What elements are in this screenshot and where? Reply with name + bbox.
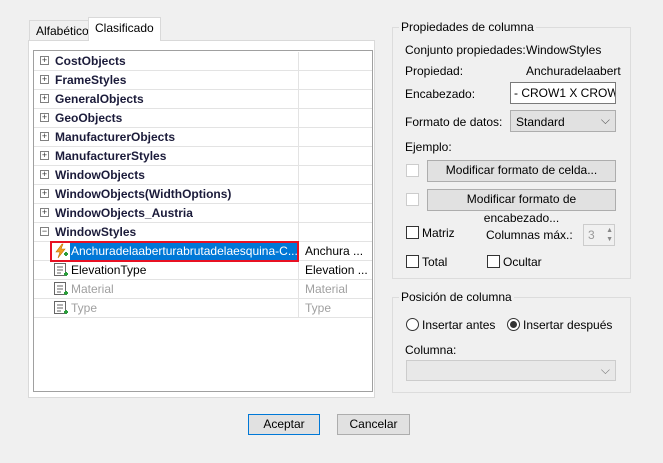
tree-property-row[interactable]: ElevationType Elevation ... <box>34 261 372 280</box>
total-label: Total <box>422 255 448 269</box>
value-cell <box>298 109 372 128</box>
tab-alfabetico[interactable]: Alfabético <box>29 20 96 41</box>
expand-icon[interactable]: + <box>40 56 49 65</box>
value-cell <box>298 128 372 147</box>
header-input[interactable]: - CROW1 X CROW2 <box>510 82 616 104</box>
expand-icon[interactable]: + <box>40 151 49 160</box>
category-label: CostObjects <box>55 54 126 68</box>
tree-category-row[interactable]: + ManufacturerStyles <box>34 147 372 166</box>
tree-category-row[interactable]: + GeneralObjects <box>34 90 372 109</box>
value-cell <box>298 166 372 185</box>
property-name: Anchuradelaaberturabrutadelaesquina-C... <box>70 242 298 260</box>
max-columns-label: Columnas máx.: <box>486 228 573 242</box>
insert-after-radio[interactable] <box>507 318 520 331</box>
tree-category-row[interactable]: + GeoObjects <box>34 109 372 128</box>
header-example-swatch <box>406 193 419 206</box>
tree-category-row[interactable]: + FrameStyles <box>34 71 372 90</box>
property-label: Propiedad: <box>405 64 464 78</box>
group-title: Propiedades de columna <box>399 20 536 34</box>
property-value: Anchuradelaabertu <box>526 64 621 78</box>
tree-category-row[interactable]: + WindowObjects <box>34 166 372 185</box>
property-value: Material <box>298 280 372 299</box>
matrix-checkbox[interactable] <box>406 226 419 239</box>
tree-category-row[interactable]: + CostObjects <box>34 52 372 71</box>
value-cell <box>298 185 372 204</box>
value-cell <box>298 71 372 90</box>
modify-header-format-button[interactable]: Modificar formato de encabezado... <box>427 189 616 225</box>
matrix-label: Matriz <box>422 226 455 240</box>
hide-label: Ocultar <box>503 255 542 269</box>
column-label: Columna: <box>405 343 457 357</box>
tree-category-row[interactable]: + WindowObjects_Austria <box>34 204 372 223</box>
lightning-formula-icon <box>53 243 69 259</box>
category-label: WindowObjects <box>55 168 145 182</box>
cell-example-swatch <box>406 164 419 177</box>
expand-icon[interactable]: + <box>40 75 49 84</box>
hide-checkbox[interactable] <box>487 255 500 268</box>
modify-cell-format-button[interactable]: Modificar formato de celda... <box>427 160 616 182</box>
expand-icon[interactable]: + <box>40 170 49 179</box>
category-label: WindowStyles <box>55 225 137 239</box>
value-cell <box>298 147 372 166</box>
property-value: Elevation ... <box>298 261 372 280</box>
example-label: Ejemplo: <box>405 140 452 154</box>
expand-icon[interactable]: + <box>40 189 49 198</box>
category-label: GeneralObjects <box>55 92 144 106</box>
tree-category-row[interactable]: + WindowObjects(WidthOptions) <box>34 185 372 204</box>
value-cell <box>298 223 372 242</box>
property-set-value: WindowStyles <box>526 43 602 57</box>
property-list-add-icon <box>53 262 69 278</box>
expand-icon[interactable]: + <box>40 94 49 103</box>
tree-category-row[interactable]: − WindowStyles <box>34 223 372 242</box>
data-format-label: Formato de datos: <box>405 115 503 129</box>
property-list-add-icon <box>53 281 69 297</box>
value-cell <box>298 52 372 71</box>
ok-button[interactable]: Aceptar <box>248 414 320 435</box>
property-value: Type <box>298 299 372 318</box>
insert-before-label: Insertar antes <box>422 318 496 332</box>
category-label: ManufacturerStyles <box>55 149 167 163</box>
tree-property-row[interactable]: Material Material <box>34 280 372 299</box>
chevron-down-icon: ⌵ <box>600 363 610 377</box>
data-format-value: Standard <box>516 115 565 129</box>
property-name: Type <box>71 301 98 315</box>
category-label: ManufacturerObjects <box>55 130 176 144</box>
expand-icon[interactable]: + <box>40 132 49 141</box>
spinner-arrows-icon[interactable]: ▲ ▼ <box>606 226 613 244</box>
value-cell <box>298 204 372 223</box>
expand-icon[interactable]: + <box>40 113 49 122</box>
tree-property-row[interactable]: Anchuradelaaberturabrutadelaesquina-C...… <box>34 241 372 262</box>
property-list-add-icon <box>53 300 69 316</box>
total-checkbox[interactable] <box>406 255 419 268</box>
group-title: Posición de columna <box>399 290 514 304</box>
tree-category-row[interactable]: + ManufacturerObjects <box>34 128 372 147</box>
insert-before-radio[interactable] <box>406 318 419 331</box>
category-label: WindowObjects_Austria <box>55 206 193 220</box>
chevron-down-icon: ⌵ <box>600 113 610 127</box>
property-value: Anchura ... <box>298 242 372 261</box>
property-set-label: Conjunto propiedades: <box>405 43 526 57</box>
expand-icon[interactable]: + <box>40 208 49 217</box>
value-cell <box>298 90 372 109</box>
max-columns-spinner[interactable]: 3 ▲ ▼ <box>583 224 615 246</box>
header-label: Encabezado: <box>405 87 476 101</box>
property-name: ElevationType <box>71 263 147 277</box>
column-select[interactable]: ⌵ <box>406 360 616 381</box>
max-columns-value: 3 <box>588 228 595 242</box>
collapse-icon[interactable]: − <box>40 227 49 236</box>
property-name: Material <box>71 282 114 296</box>
data-format-select[interactable]: Standard ⌵ <box>510 110 616 132</box>
property-tree[interactable]: + CostObjects + FrameStyles + GeneralObjects +… <box>33 50 373 392</box>
tree-property-row[interactable]: Type Type <box>34 299 372 318</box>
cancel-button[interactable]: Cancelar <box>337 414 410 435</box>
category-label: GeoObjects <box>55 111 123 125</box>
tab-clasificado[interactable]: Clasificado <box>88 17 161 41</box>
category-label: FrameStyles <box>55 73 127 87</box>
category-label: WindowObjects(WidthOptions) <box>55 187 232 201</box>
insert-after-label: Insertar después <box>523 318 613 332</box>
